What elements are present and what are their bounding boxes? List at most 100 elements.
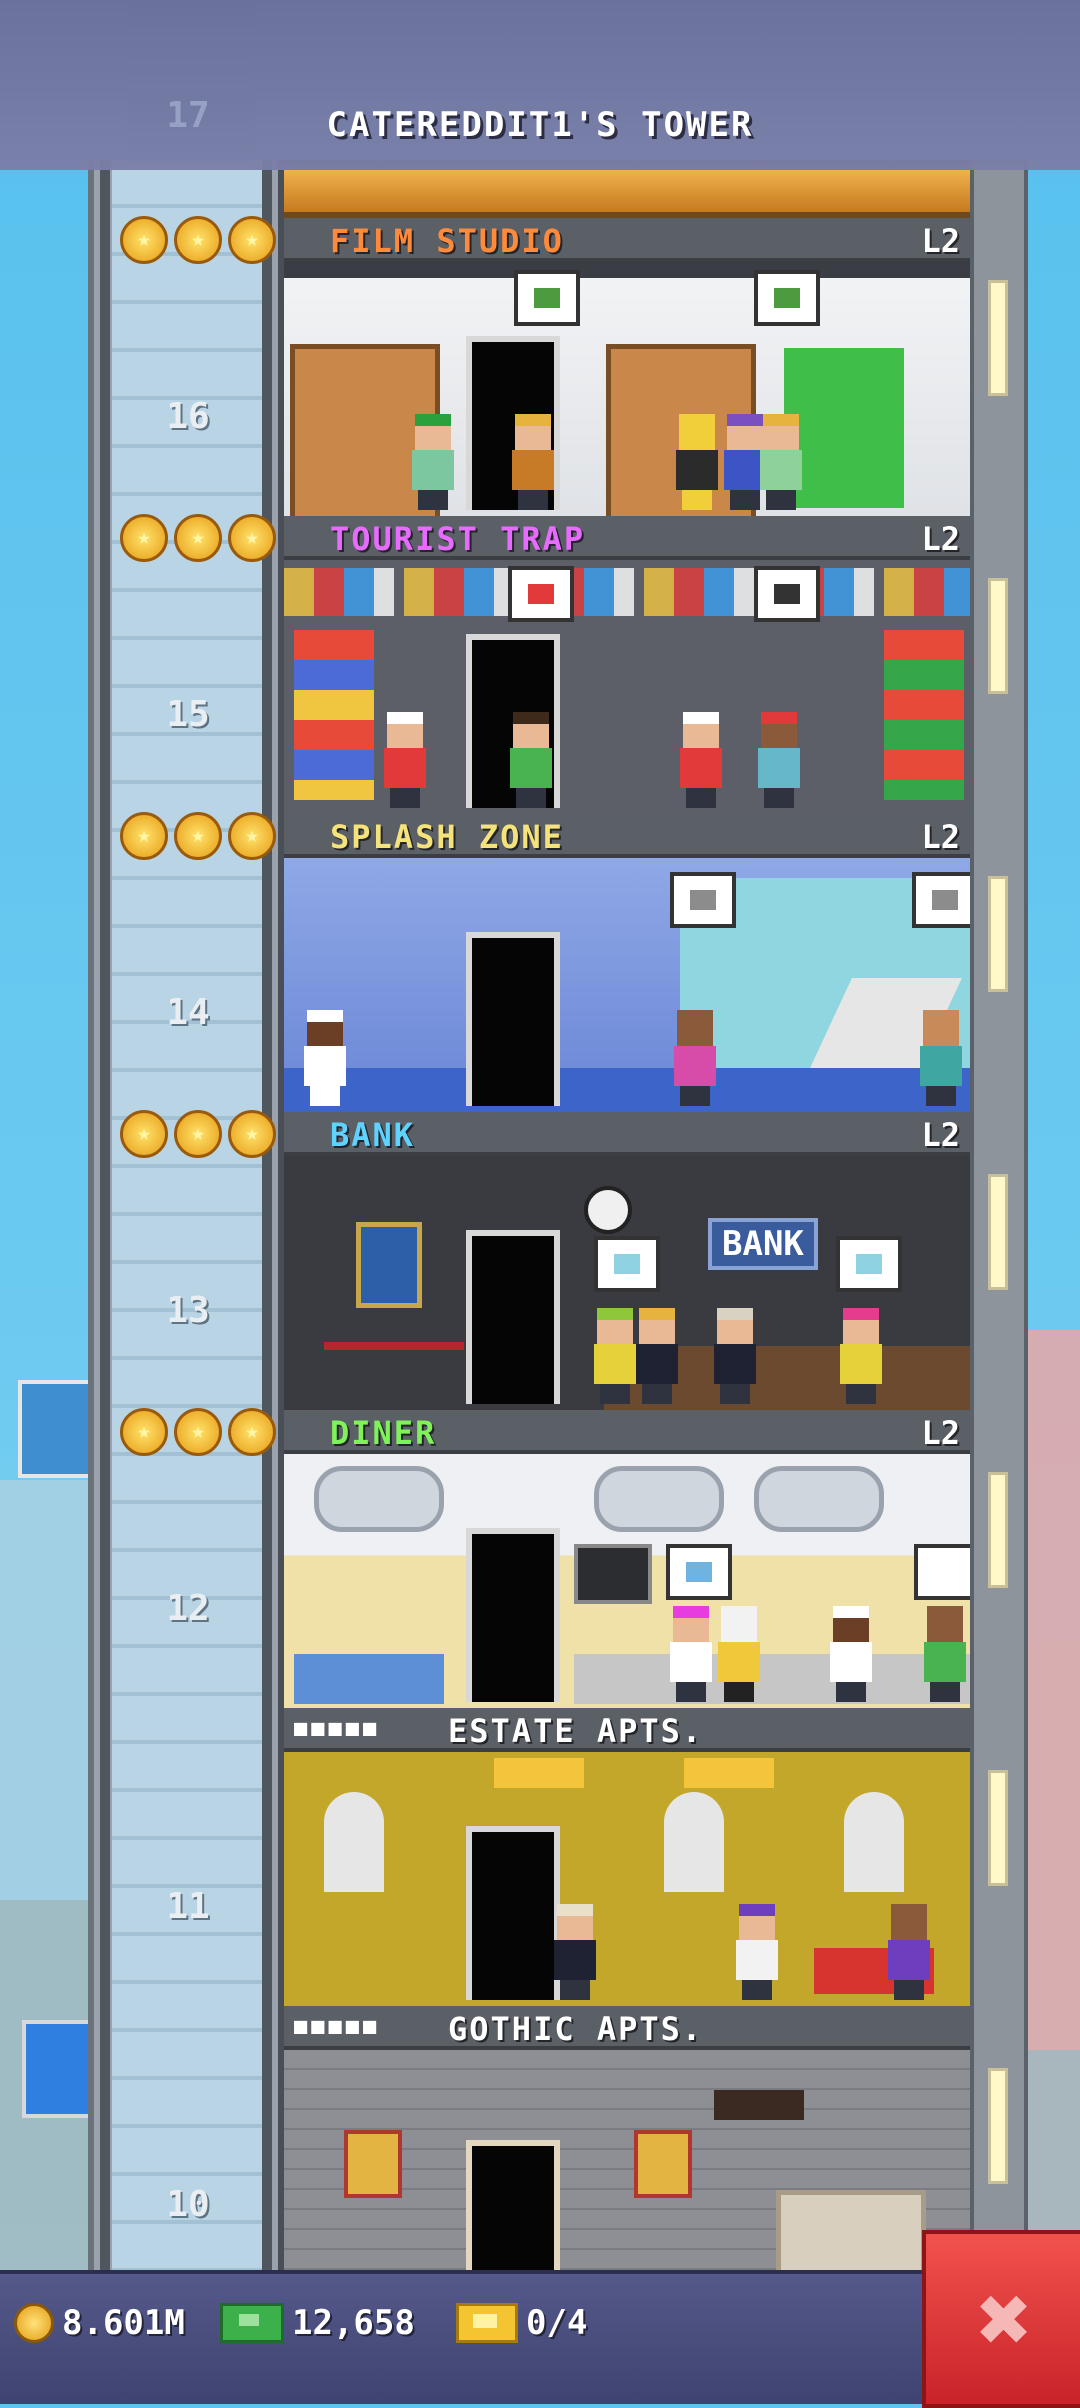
pool: [284, 1068, 970, 1112]
star-icon: ★: [120, 1408, 168, 1456]
floor-level: L2: [921, 1116, 960, 1154]
floor-label-bar: DINER L2: [284, 1410, 970, 1454]
bitizen[interactable]: [676, 414, 718, 510]
bitizen[interactable]: [594, 1308, 636, 1404]
speech-bubble[interactable]: [754, 270, 820, 326]
floor-label-bar: ■■■■■ ESTATE APTS.: [284, 1708, 970, 1752]
tower-roof: [284, 170, 970, 218]
bitizen[interactable]: [760, 414, 802, 510]
floor-label-bar: ■■■■■ GOTHIC APTS.: [284, 2006, 970, 2050]
floor-film-studio[interactable]: FILM STUDIO L2: [284, 218, 970, 516]
room-bank[interactable]: BANK: [284, 1156, 970, 1410]
menu-board: [574, 1544, 652, 1604]
arched-window: [664, 1792, 724, 1892]
floor-gothic-apts[interactable]: ■■■■■ GOTHIC APTS.: [284, 2006, 970, 2304]
bitizen[interactable]: [680, 712, 722, 808]
speech-bubble[interactable]: [508, 566, 574, 622]
fireplace: [776, 2190, 926, 2280]
floor-label-bar: SPLASH ZONE L2: [284, 814, 970, 858]
bitizen[interactable]: [412, 414, 454, 510]
bitizen[interactable]: [830, 1606, 872, 1702]
bitizen[interactable]: [920, 1010, 962, 1106]
elevator-door[interactable]: [466, 1230, 560, 1404]
tickets-counter[interactable]: 0/4: [456, 2298, 587, 2348]
bitizen[interactable]: [304, 1010, 346, 1106]
star-icon: ★: [174, 514, 222, 562]
star-icon: ★: [120, 1110, 168, 1158]
wall-light: [988, 578, 1008, 694]
room-estate-apts[interactable]: [284, 1752, 970, 2006]
floor-bank[interactable]: BANK L2 BANK: [284, 1112, 970, 1410]
speech-bubble[interactable]: [594, 1236, 660, 1292]
speech-bubble[interactable]: [912, 872, 970, 928]
floor-number: 15: [166, 694, 210, 735]
diner-window: [314, 1466, 444, 1532]
star-icon: ★: [228, 1408, 276, 1456]
tickets-value: 0/4: [526, 2303, 588, 2343]
bitizen[interactable]: [714, 1308, 756, 1404]
close-button[interactable]: ✖: [922, 2230, 1080, 2408]
bux-counter[interactable]: 12,658: [220, 2298, 415, 2348]
star-icon: ★: [174, 216, 222, 264]
floor-level: L2: [921, 1414, 960, 1452]
speech-bubble[interactable]: [754, 566, 820, 622]
bitizen[interactable]: [554, 1904, 596, 2000]
billboard-fries: [18, 1380, 96, 1478]
velvet-rope: [324, 1342, 464, 1350]
floor-name: FILM STUDIO: [330, 222, 564, 260]
floor-number: 13: [166, 1290, 210, 1331]
room-film-studio[interactable]: [284, 262, 970, 516]
speech-bubble[interactable]: [666, 1544, 732, 1600]
speech-bubble[interactable]: [670, 872, 736, 928]
speech-bubble[interactable]: [514, 270, 580, 326]
room-gothic-apts[interactable]: [284, 2050, 970, 2304]
bitizen[interactable]: [924, 1606, 966, 1702]
chandelier: [494, 1758, 584, 1788]
bitizen[interactable]: [674, 1010, 716, 1106]
bitizen[interactable]: [512, 414, 554, 510]
floor-estate-apts[interactable]: ■■■■■ ESTATE APTS.: [284, 1708, 970, 2006]
elevator-door[interactable]: [466, 932, 560, 1106]
bitizen[interactable]: [758, 712, 800, 808]
elevator-door[interactable]: [466, 1826, 560, 2000]
wall-light: [988, 1472, 1008, 1588]
bitizen[interactable]: [840, 1308, 882, 1404]
bitizen[interactable]: [636, 1308, 678, 1404]
floor-label-bar: BANK L2: [284, 1112, 970, 1156]
speech-bubble[interactable]: [914, 1544, 970, 1600]
speech-bubble[interactable]: [836, 1236, 902, 1292]
diner-window: [754, 1466, 884, 1532]
elevator-door[interactable]: [466, 1528, 560, 1702]
souvenir-rack: [884, 630, 964, 800]
billboard-screen: [22, 2020, 94, 2118]
floor-diner[interactable]: DINER L2: [284, 1410, 970, 1708]
bitizen[interactable]: [670, 1606, 712, 1702]
bitizen[interactable]: [384, 712, 426, 808]
wall-light: [988, 280, 1008, 396]
tower-title[interactable]: CATEREDDIT1'S TOWER: [0, 105, 1080, 145]
souvenir-shelf: [284, 568, 970, 616]
floor-splash-zone[interactable]: SPLASH ZONE L2: [284, 814, 970, 1112]
coins-value: 8.601M: [62, 2303, 185, 2343]
bitizen[interactable]: [718, 1606, 760, 1702]
floor-level: L2: [921, 818, 960, 856]
bitizen[interactable]: [510, 712, 552, 808]
floor-tourist-trap[interactable]: TOURIST TRAP L2: [284, 516, 970, 814]
bitizen[interactable]: [736, 1904, 778, 2000]
room-splash-zone[interactable]: [284, 858, 970, 1112]
star-icon: ★: [174, 1110, 222, 1158]
elevator-shaft-glass[interactable]: [112, 160, 262, 2270]
floor-label-bar: FILM STUDIO L2: [284, 218, 970, 262]
bitizen[interactable]: [888, 1904, 930, 2000]
bux-value: 12,658: [292, 2303, 415, 2343]
diner-booth: [294, 1654, 444, 1704]
bank-sign: BANK: [708, 1218, 818, 1270]
coin-icon: [14, 2303, 54, 2343]
room-diner[interactable]: [284, 1454, 970, 1708]
room-tourist-trap[interactable]: [284, 560, 970, 814]
floor-star-rating: ★ ★ ★: [120, 514, 276, 562]
coins-counter[interactable]: 8.601M: [14, 2298, 185, 2348]
floor-number: 11: [166, 1886, 210, 1927]
elevator-rail: [262, 160, 272, 2270]
studio-lights: [284, 262, 970, 278]
